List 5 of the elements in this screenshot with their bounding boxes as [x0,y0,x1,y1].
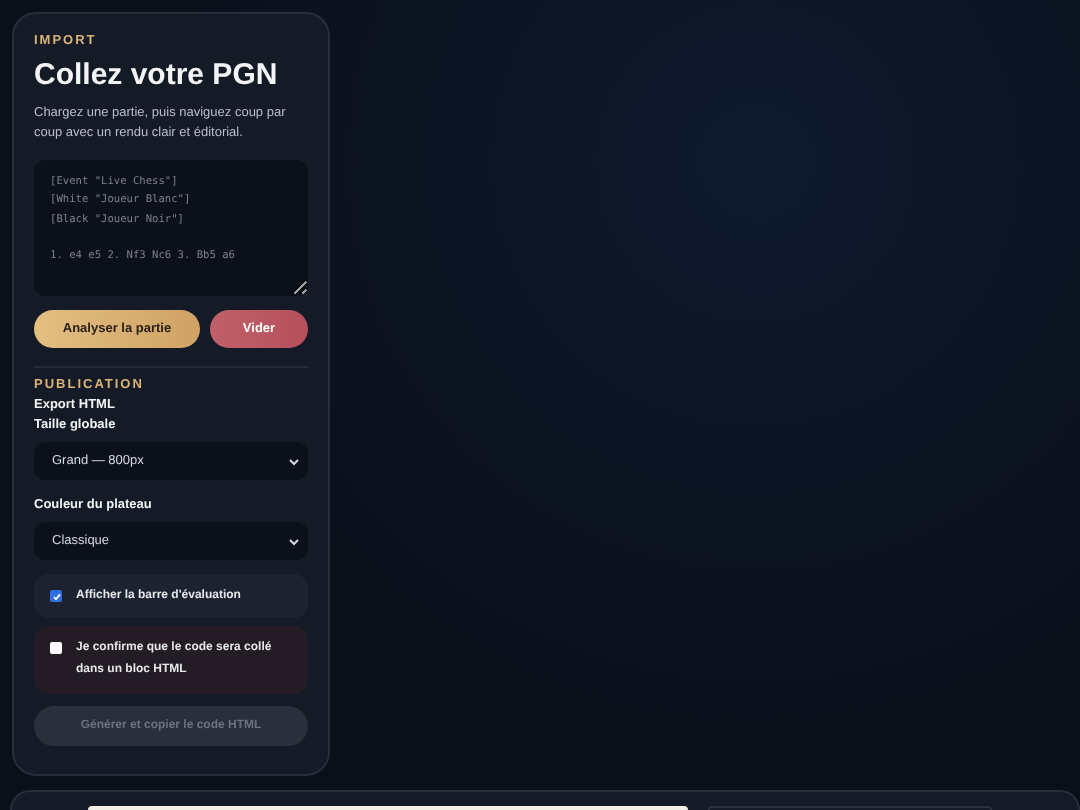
checkbox[interactable] [50,642,62,655]
checkbox[interactable] [50,590,62,603]
chevron-icon [288,455,300,468]
card-title: Collez votre PGN [34,58,280,92]
chevron-icon [288,535,300,548]
